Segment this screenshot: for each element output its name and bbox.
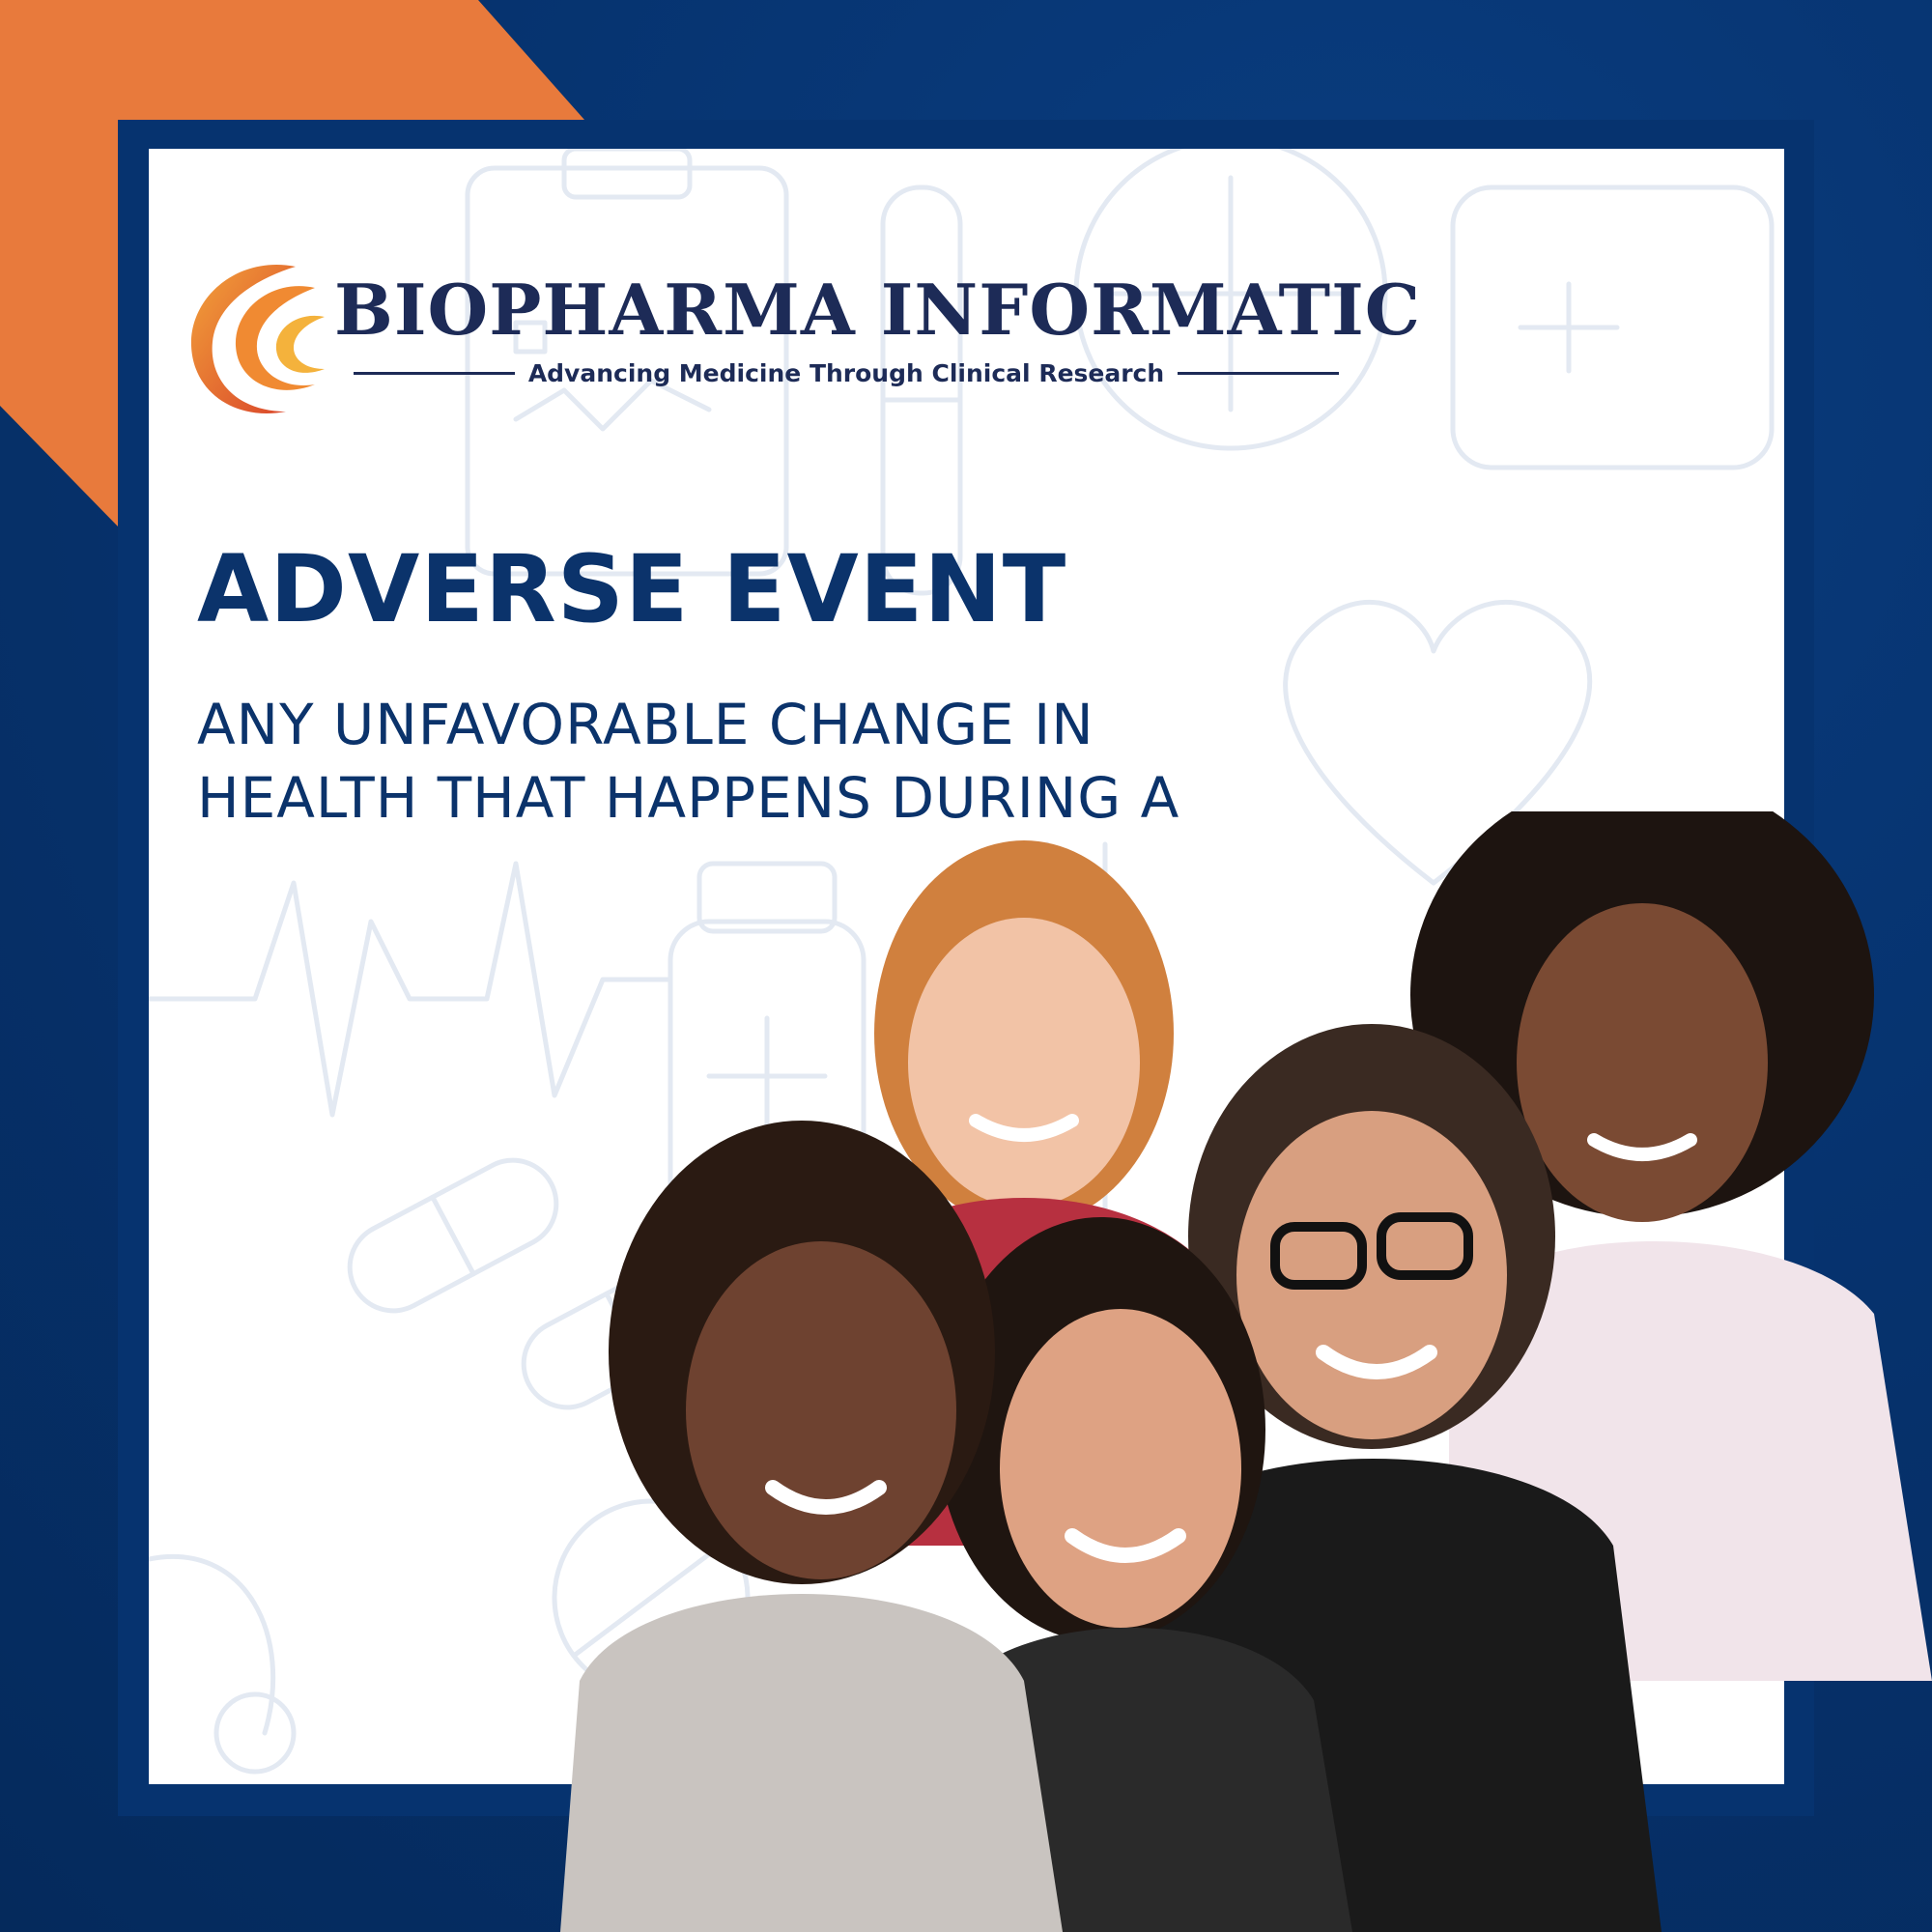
tagline-rule-right — [1178, 371, 1339, 375]
brand-logo: BIOPHARMA INFORMATIC Advancing Medicine … — [180, 249, 1420, 423]
definition-line-1: ANY UNFAVORABLE CHANGE IN — [197, 692, 1094, 757]
group-photo — [560, 811, 1932, 1932]
brand-tagline: Advancing Medicine Through Clinical Rese… — [527, 358, 1165, 387]
post-canvas: BIOPHARMA INFORMATIC Advancing Medicine … — [0, 0, 1932, 1932]
swirl-logo-icon — [190, 265, 325, 414]
tagline-rule-left — [354, 371, 515, 375]
headline: ADVERSE EVENT — [197, 535, 1067, 643]
brand-name: BIOPHARMA INFORMATIC — [334, 269, 1422, 351]
tagline-row: Advancing Medicine Through Clinical Rese… — [354, 354, 1339, 392]
